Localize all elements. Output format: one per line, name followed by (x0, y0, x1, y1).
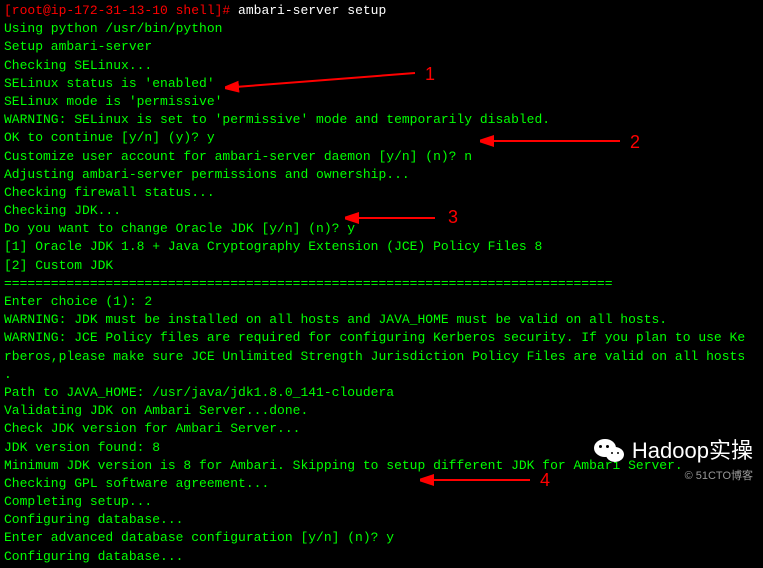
output-line: Configuring database... (4, 548, 759, 566)
output-line: rberos,please make sure JCE Unlimited St… (4, 348, 759, 366)
output-line: SELinux mode is 'permissive' (4, 93, 759, 111)
output-line: Do you want to change Oracle JDK [y/n] (… (4, 220, 759, 238)
output-line: Setup ambari-server (4, 38, 759, 56)
output-line: Checking JDK... (4, 202, 759, 220)
annotation-label-4: 4 (540, 468, 550, 493)
wechat-icon (594, 437, 626, 465)
shell-prompt: [root@ip-172-31-13-10 shell]# (4, 3, 238, 18)
watermark-sub: © 51CTO博客 (594, 469, 753, 484)
output-line: Enter advanced database configuration [y… (4, 529, 759, 547)
output-line: Checking firewall status... (4, 184, 759, 202)
output-line: Validating JDK on Ambari Server...done. (4, 402, 759, 420)
watermark: Hadoop实操 © 51CTO博客 (594, 436, 753, 484)
command-text: ambari-server setup (238, 3, 386, 18)
output-line: OK to continue [y/n] (y)? y (4, 129, 759, 147)
watermark-main: Hadoop实操 (594, 436, 753, 467)
output-line: [2] Custom JDK (4, 257, 759, 275)
output-line: Checking SELinux... (4, 57, 759, 75)
output-line: SELinux status is 'enabled' (4, 75, 759, 93)
output-line: WARNING: JCE Policy files are required f… (4, 329, 759, 347)
output-line: Using python /usr/bin/python (4, 20, 759, 38)
output-line: Configuring database... (4, 511, 759, 529)
output-line: [1] Oracle JDK 1.8 + Java Cryptography E… (4, 238, 759, 256)
output-line: ========================================… (4, 275, 759, 293)
watermark-text: Hadoop实操 (632, 436, 753, 467)
output-line: Path to JAVA_HOME: /usr/java/jdk1.8.0_14… (4, 384, 759, 402)
output-line: . (4, 366, 759, 384)
annotation-label-3: 3 (448, 205, 458, 230)
command-line: [root@ip-172-31-13-10 shell]# ambari-ser… (4, 2, 759, 20)
output-line: Completing setup... (4, 493, 759, 511)
output-line: Enter choice (1): 2 (4, 293, 759, 311)
output-line: WARNING: JDK must be installed on all ho… (4, 311, 759, 329)
annotation-label-1: 1 (425, 62, 435, 87)
annotation-label-2: 2 (630, 130, 640, 155)
output-line: WARNING: SELinux is set to 'permissive' … (4, 111, 759, 129)
output-line: Adjusting ambari-server permissions and … (4, 166, 759, 184)
output-line: Customize user account for ambari-server… (4, 148, 759, 166)
